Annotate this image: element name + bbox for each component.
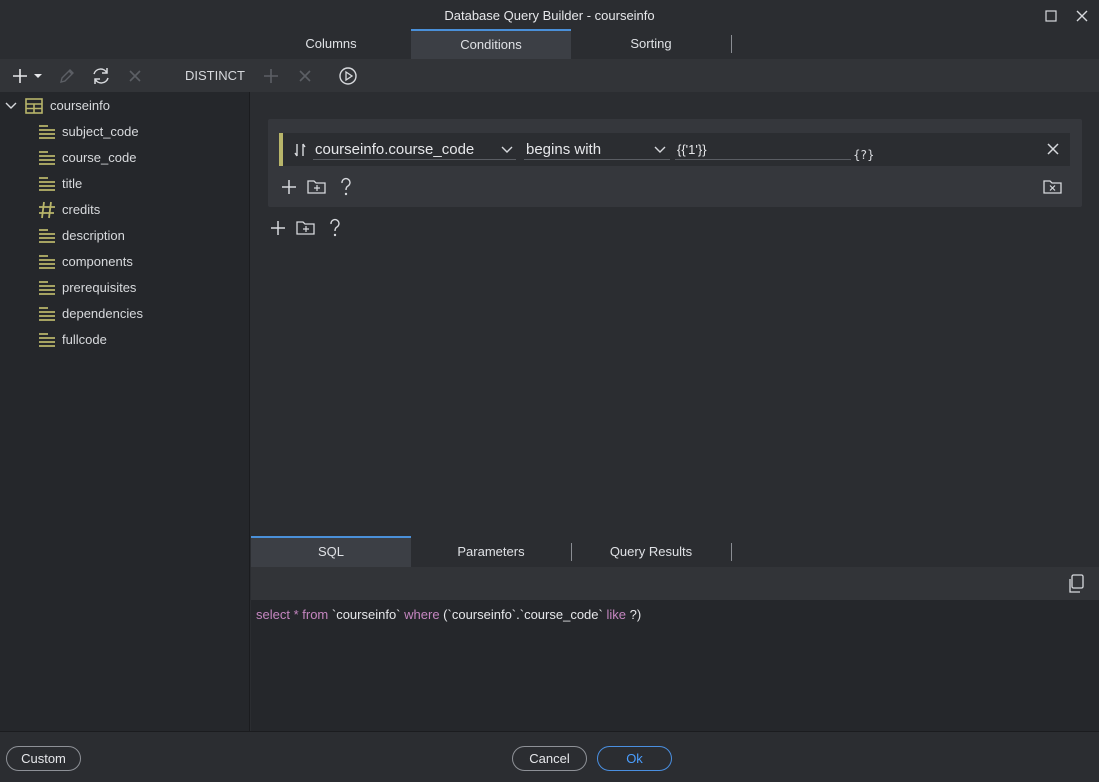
value-input[interactable]: {{'1'}} — [677, 133, 707, 166]
tree-column-label: components — [62, 254, 133, 269]
sql-keyword: like — [606, 607, 626, 622]
text-column-icon — [38, 150, 56, 166]
chevron-down-icon[interactable] — [4, 100, 18, 112]
sql-statement: select * from `courseinfo` where (`cours… — [256, 607, 641, 622]
copy-icon[interactable] — [1067, 574, 1085, 594]
main-tabs: Columns Conditions Sorting — [0, 29, 1099, 59]
tab-divider — [731, 35, 732, 53]
tree-column-label: credits — [62, 202, 101, 217]
text-column-icon — [38, 176, 56, 192]
add-group-folder-icon[interactable] — [296, 219, 316, 237]
tree-column-label: course_code — [62, 150, 137, 165]
add-condition-icon[interactable] — [280, 178, 298, 196]
sql-token: (`courseinfo`.`course_code` — [439, 607, 607, 622]
tab-divider — [731, 543, 732, 561]
close-icon[interactable] — [1045, 141, 1061, 157]
tree-column-label: prerequisites — [62, 280, 137, 295]
refresh-icon[interactable] — [90, 65, 112, 87]
add-group-folder-icon[interactable] — [307, 178, 327, 196]
remove-x-icon[interactable] — [296, 67, 314, 85]
help-icon[interactable] — [326, 218, 344, 238]
tab-conditions[interactable]: Conditions — [411, 29, 571, 59]
sql-keyword: where — [404, 607, 440, 622]
delete-group-folder-icon[interactable] — [1043, 178, 1063, 196]
dynamic-data-icon[interactable]: {?} — [853, 146, 873, 162]
condition-row: courseinfo.course_code begins with {{'1'… — [279, 133, 1070, 166]
window-title: Database Query Builder - courseinfo — [444, 8, 655, 23]
tree-table-label: courseinfo — [50, 98, 110, 113]
title-bar: Database Query Builder - courseinfo — [0, 0, 1099, 30]
help-icon[interactable] — [337, 177, 355, 197]
tab-query-results[interactable]: Query Results — [571, 536, 731, 567]
bottom-tabs: SQL Parameters Query Results — [251, 536, 1099, 567]
tab-sql[interactable]: SQL — [251, 536, 411, 567]
text-column-icon — [38, 124, 56, 140]
sort-arrows-icon[interactable] — [293, 142, 307, 158]
tab-columns[interactable]: Columns — [251, 29, 411, 59]
sql-token: ?) — [625, 607, 642, 622]
tree-column-label: fullcode — [62, 332, 107, 347]
tree-column-label: dependencies — [62, 306, 143, 321]
footer: Custom Cancel Ok — [0, 731, 1099, 782]
svg-text:{?}: {?} — [853, 148, 873, 162]
sql-token: `courseinfo` — [328, 607, 405, 622]
value-input-underline — [675, 159, 851, 160]
operator-select[interactable]: begins with — [526, 133, 601, 166]
operator-select-underline — [524, 159, 670, 160]
distinct-toggle[interactable]: DISTINCT — [185, 59, 245, 92]
toolbar: DISTINCT — [0, 59, 1099, 92]
maximize-icon[interactable] — [1042, 7, 1060, 25]
tree-column-label: title — [62, 176, 83, 191]
delete-x-icon[interactable] — [126, 67, 144, 85]
text-column-icon — [38, 332, 56, 348]
text-column-icon — [38, 280, 56, 296]
add-condition-icon[interactable] — [269, 219, 287, 237]
table-icon — [25, 98, 43, 114]
chevron-down-icon[interactable] — [653, 144, 667, 156]
tab-parameters[interactable]: Parameters — [411, 536, 571, 567]
close-icon[interactable] — [1073, 7, 1091, 25]
sql-keyword: select — [256, 607, 290, 622]
cancel-button[interactable]: Cancel — [512, 746, 587, 771]
text-column-icon — [38, 306, 56, 322]
text-column-icon — [38, 254, 56, 270]
ok-button[interactable]: Ok — [597, 746, 672, 771]
number-column-icon — [38, 201, 56, 219]
add-icon[interactable] — [261, 66, 281, 86]
tree-column-label: description — [62, 228, 125, 243]
sql-keyword: from — [302, 607, 329, 622]
field-select[interactable]: courseinfo.course_code — [315, 133, 474, 166]
field-select-underline — [313, 159, 516, 160]
tree-column-label: subject_code — [62, 124, 139, 139]
sql-token: * — [289, 607, 303, 622]
sql-toolbar — [251, 567, 1099, 600]
add-dropdown-icon[interactable] — [10, 66, 44, 86]
text-column-icon — [38, 228, 56, 244]
chevron-down-icon[interactable] — [500, 144, 514, 156]
custom-button[interactable]: Custom — [6, 746, 81, 771]
run-query-icon[interactable] — [337, 65, 359, 87]
tab-sorting[interactable]: Sorting — [571, 29, 731, 59]
edit-pencil-icon[interactable] — [57, 66, 77, 86]
